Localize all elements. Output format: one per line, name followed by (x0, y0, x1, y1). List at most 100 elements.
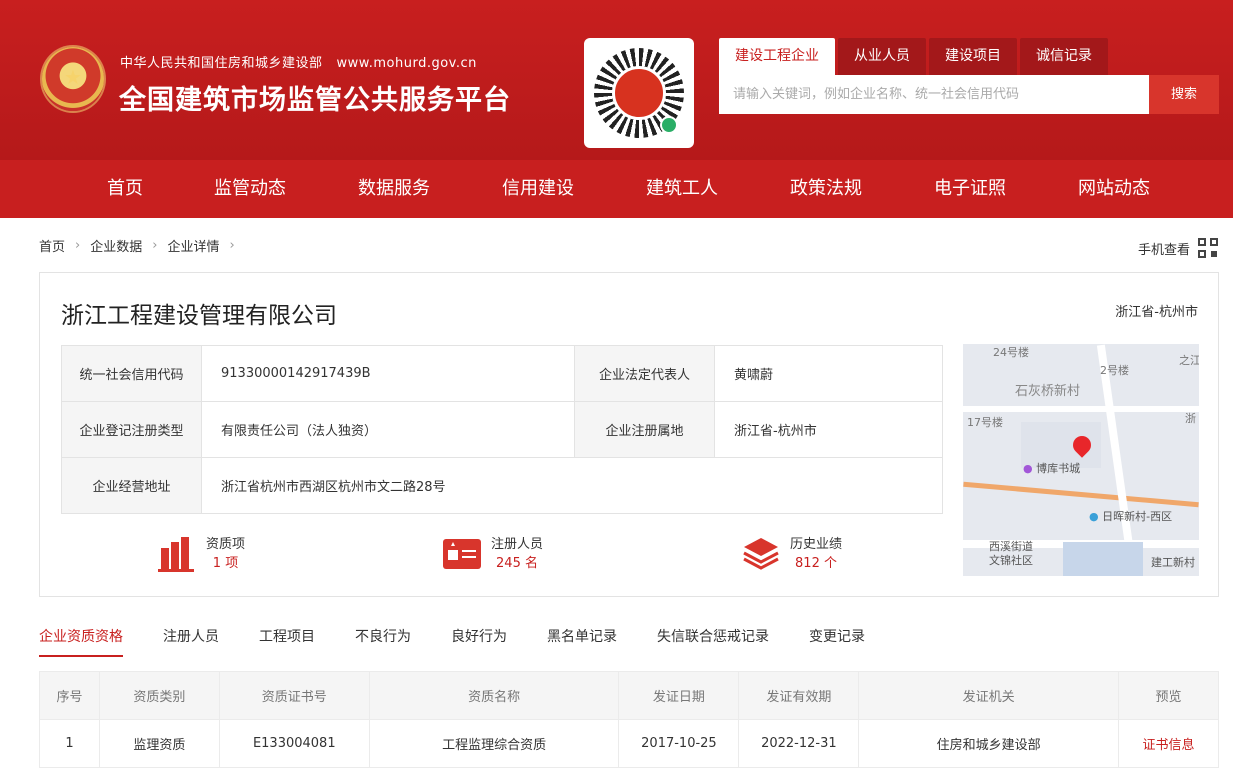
table-cell: 1 (39, 719, 100, 768)
table-cell: 住房和城乡建设部 (858, 719, 1120, 768)
table-cell: 监理资质 (98, 719, 220, 768)
ministry-name: 中华人民共和国住房和城乡建设部 (120, 56, 323, 71)
stat-qualifications[interactable]: 资质项 1 项 (158, 535, 245, 573)
column-header: 资质证书号 (218, 671, 370, 720)
breadcrumb-enterprise-detail[interactable]: 企业详情 (167, 236, 219, 255)
location-map[interactable]: 24号楼 2号楼 之江 石灰桥新村 浙 17号楼 ● 博库书城 ● 日晖新村-西… (963, 344, 1199, 576)
chevron-right-icon: › (75, 238, 81, 253)
column-header: 发证机关 (858, 671, 1120, 720)
tab-blacklist[interactable]: 黑名单记录 (547, 624, 617, 657)
table-cell: 2022-12-31 (738, 719, 860, 768)
map-label: 24号楼 (993, 346, 1029, 359)
column-header: 序号 (39, 671, 100, 720)
company-info-table: 统一社会信用代码 91330000142917439B 企业法定代表人 黄啸蔚 … (61, 345, 943, 514)
address-value: 浙江省杭州市西湖区杭州市文二路28号 (201, 457, 943, 514)
certificate-info-link[interactable]: 证书信息 (1118, 719, 1219, 768)
map-label: 浙 (1185, 412, 1196, 425)
credit-code-value: 91330000142917439B (201, 345, 575, 402)
map-poi-bookstore: 博库书城 (1036, 462, 1081, 475)
reg-type-value: 有限责任公司（法人独资） (201, 401, 575, 458)
chevron-right-icon: › (152, 238, 158, 253)
column-header: 发证有效期 (738, 671, 860, 720)
breadcrumb-enterprise-data[interactable]: 企业数据 (90, 236, 142, 255)
detail-tabs: 企业资质资格 注册人员 工程项目 不良行为 良好行为 黑名单记录 失信联合惩戒记… (39, 624, 1219, 657)
table-header-row: 序号 资质类别 资质证书号 资质名称 发证日期 发证有效期 发证机关 预览 (39, 671, 1219, 720)
map-label: ● 日晖新村-西区 (1089, 508, 1172, 524)
nav-item-e-license[interactable]: 电子证照 (915, 160, 1025, 218)
map-poi-bus-stop: 日晖新村-西区 (1102, 510, 1173, 523)
legal-rep-value: 黄啸蔚 (714, 345, 943, 402)
stat-registered-staff-value: 245 名 (496, 556, 538, 571)
breadcrumb: 首页 › 企业数据 › 企业详情 › (39, 236, 245, 255)
tab-registered-staff[interactable]: 注册人员 (163, 624, 219, 657)
company-region: 浙江省-杭州市 (1115, 305, 1198, 320)
main-nav: 首页 监管动态 数据服务 信用建设 建筑工人 政策法规 电子证照 网站动态 (0, 160, 1233, 218)
map-label: 文锦社区 (989, 554, 1033, 567)
credit-code-label: 统一社会信用代码 (61, 345, 202, 402)
nav-item-policy[interactable]: 政策法规 (771, 160, 881, 218)
nav-item-home[interactable]: 首页 (70, 160, 180, 218)
address-label: 企业经营地址 (61, 457, 202, 514)
nav-item-supervision[interactable]: 监管动态 (195, 160, 305, 218)
column-header: 资质类别 (98, 671, 220, 720)
table-cell: 2017-10-25 (618, 719, 740, 768)
table-row: 1 监理资质 E133004081 工程监理综合资质 2017-10-25 20… (39, 719, 1219, 768)
mobile-view-link[interactable]: 手机查看 (1138, 238, 1218, 258)
stat-qualifications-label: 资质项 (206, 537, 246, 552)
building-icon (158, 536, 196, 572)
search-tab-project[interactable]: 建设项目 (929, 38, 1017, 75)
search-category-tabs: 建设工程企业 从业人员 建设项目 诚信记录 (719, 38, 1111, 75)
site-url[interactable]: www.mohurd.gov.cn (337, 56, 477, 71)
tab-qualifications[interactable]: 企业资质资格 (39, 624, 123, 657)
tab-projects[interactable]: 工程项目 (259, 624, 315, 657)
reg-place-label: 企业注册属地 (574, 401, 715, 458)
search-button[interactable]: 搜索 (1149, 75, 1219, 114)
search-tab-personnel[interactable]: 从业人员 (838, 38, 926, 75)
stat-registered-staff[interactable]: 注册人员 245 名 (443, 535, 543, 573)
breadcrumb-home[interactable]: 首页 (39, 236, 65, 255)
map-label: 建工新村 (1151, 556, 1195, 569)
layers-icon (742, 536, 780, 572)
nav-item-credit[interactable]: 信用建设 (483, 160, 593, 218)
site-subtitle: 中华人民共和国住房和城乡建设部 www.mohurd.gov.cn (120, 52, 477, 71)
miniprogram-icon (660, 116, 678, 134)
site-header: ★ 中华人民共和国住房和城乡建设部 www.mohurd.gov.cn 全国建筑市… (0, 0, 1233, 160)
tab-joint-punishment[interactable]: 失信联合惩戒记录 (657, 624, 769, 657)
nav-item-news[interactable]: 网站动态 (1059, 160, 1169, 218)
nav-item-workers[interactable]: 建筑工人 (627, 160, 737, 218)
search-tab-enterprise[interactable]: 建设工程企业 (719, 38, 835, 75)
column-header: 发证日期 (618, 671, 740, 720)
map-label: ● 博库书城 (1023, 460, 1080, 476)
map-label: 之江 (1179, 354, 1199, 367)
map-label: 2号楼 (1100, 364, 1129, 377)
search-input[interactable] (719, 75, 1149, 114)
company-stats: 资质项 1 项 注册人员 245 名 历史业绩 812 个 (61, 535, 943, 585)
tab-good-behavior[interactable]: 良好行为 (451, 624, 507, 657)
table-row: 企业登记注册类型 有限责任公司（法人独资） 企业注册属地 浙江省-杭州市 (61, 401, 943, 458)
table-cell: 工程监理综合资质 (368, 719, 620, 768)
miniprogram-qr-code (584, 38, 694, 148)
legal-rep-label: 企业法定代表人 (574, 345, 715, 402)
column-header: 预览 (1118, 671, 1219, 720)
mobile-view-label: 手机查看 (1137, 242, 1190, 258)
company-card: 浙江工程建设管理有限公司 浙江省-杭州市 统一社会信用代码 9133000014… (39, 272, 1219, 597)
company-name: 浙江工程建设管理有限公司 (61, 303, 337, 329)
qr-code-icon[interactable] (1198, 238, 1218, 258)
tab-bad-behavior[interactable]: 不良行为 (355, 624, 411, 657)
stat-history-performance-label: 历史业绩 (790, 537, 843, 552)
stat-qualifications-value: 1 项 (212, 556, 239, 571)
column-header: 资质名称 (368, 671, 620, 720)
stat-history-performance[interactable]: 历史业绩 812 个 (742, 535, 842, 573)
table-cell: E133004081 (218, 719, 370, 768)
bus-stop-icon: ● (1089, 510, 1099, 523)
map-label: 石灰桥新村 (1015, 384, 1081, 399)
table-row: 企业经营地址 浙江省杭州市西湖区杭州市文二路28号 (61, 457, 943, 514)
id-card-icon (443, 536, 481, 572)
nav-item-data[interactable]: 数据服务 (339, 160, 449, 218)
reg-place-value: 浙江省-杭州市 (714, 401, 943, 458)
tab-change-records[interactable]: 变更记录 (809, 624, 865, 657)
map-label: 17号楼 (967, 416, 1003, 429)
search-tab-credit[interactable]: 诚信记录 (1020, 38, 1108, 75)
table-row: 统一社会信用代码 91330000142917439B 企业法定代表人 黄啸蔚 (61, 345, 943, 402)
qualification-table: 序号 资质类别 资质证书号 资质名称 发证日期 发证有效期 发证机关 预览 1 … (39, 671, 1219, 768)
